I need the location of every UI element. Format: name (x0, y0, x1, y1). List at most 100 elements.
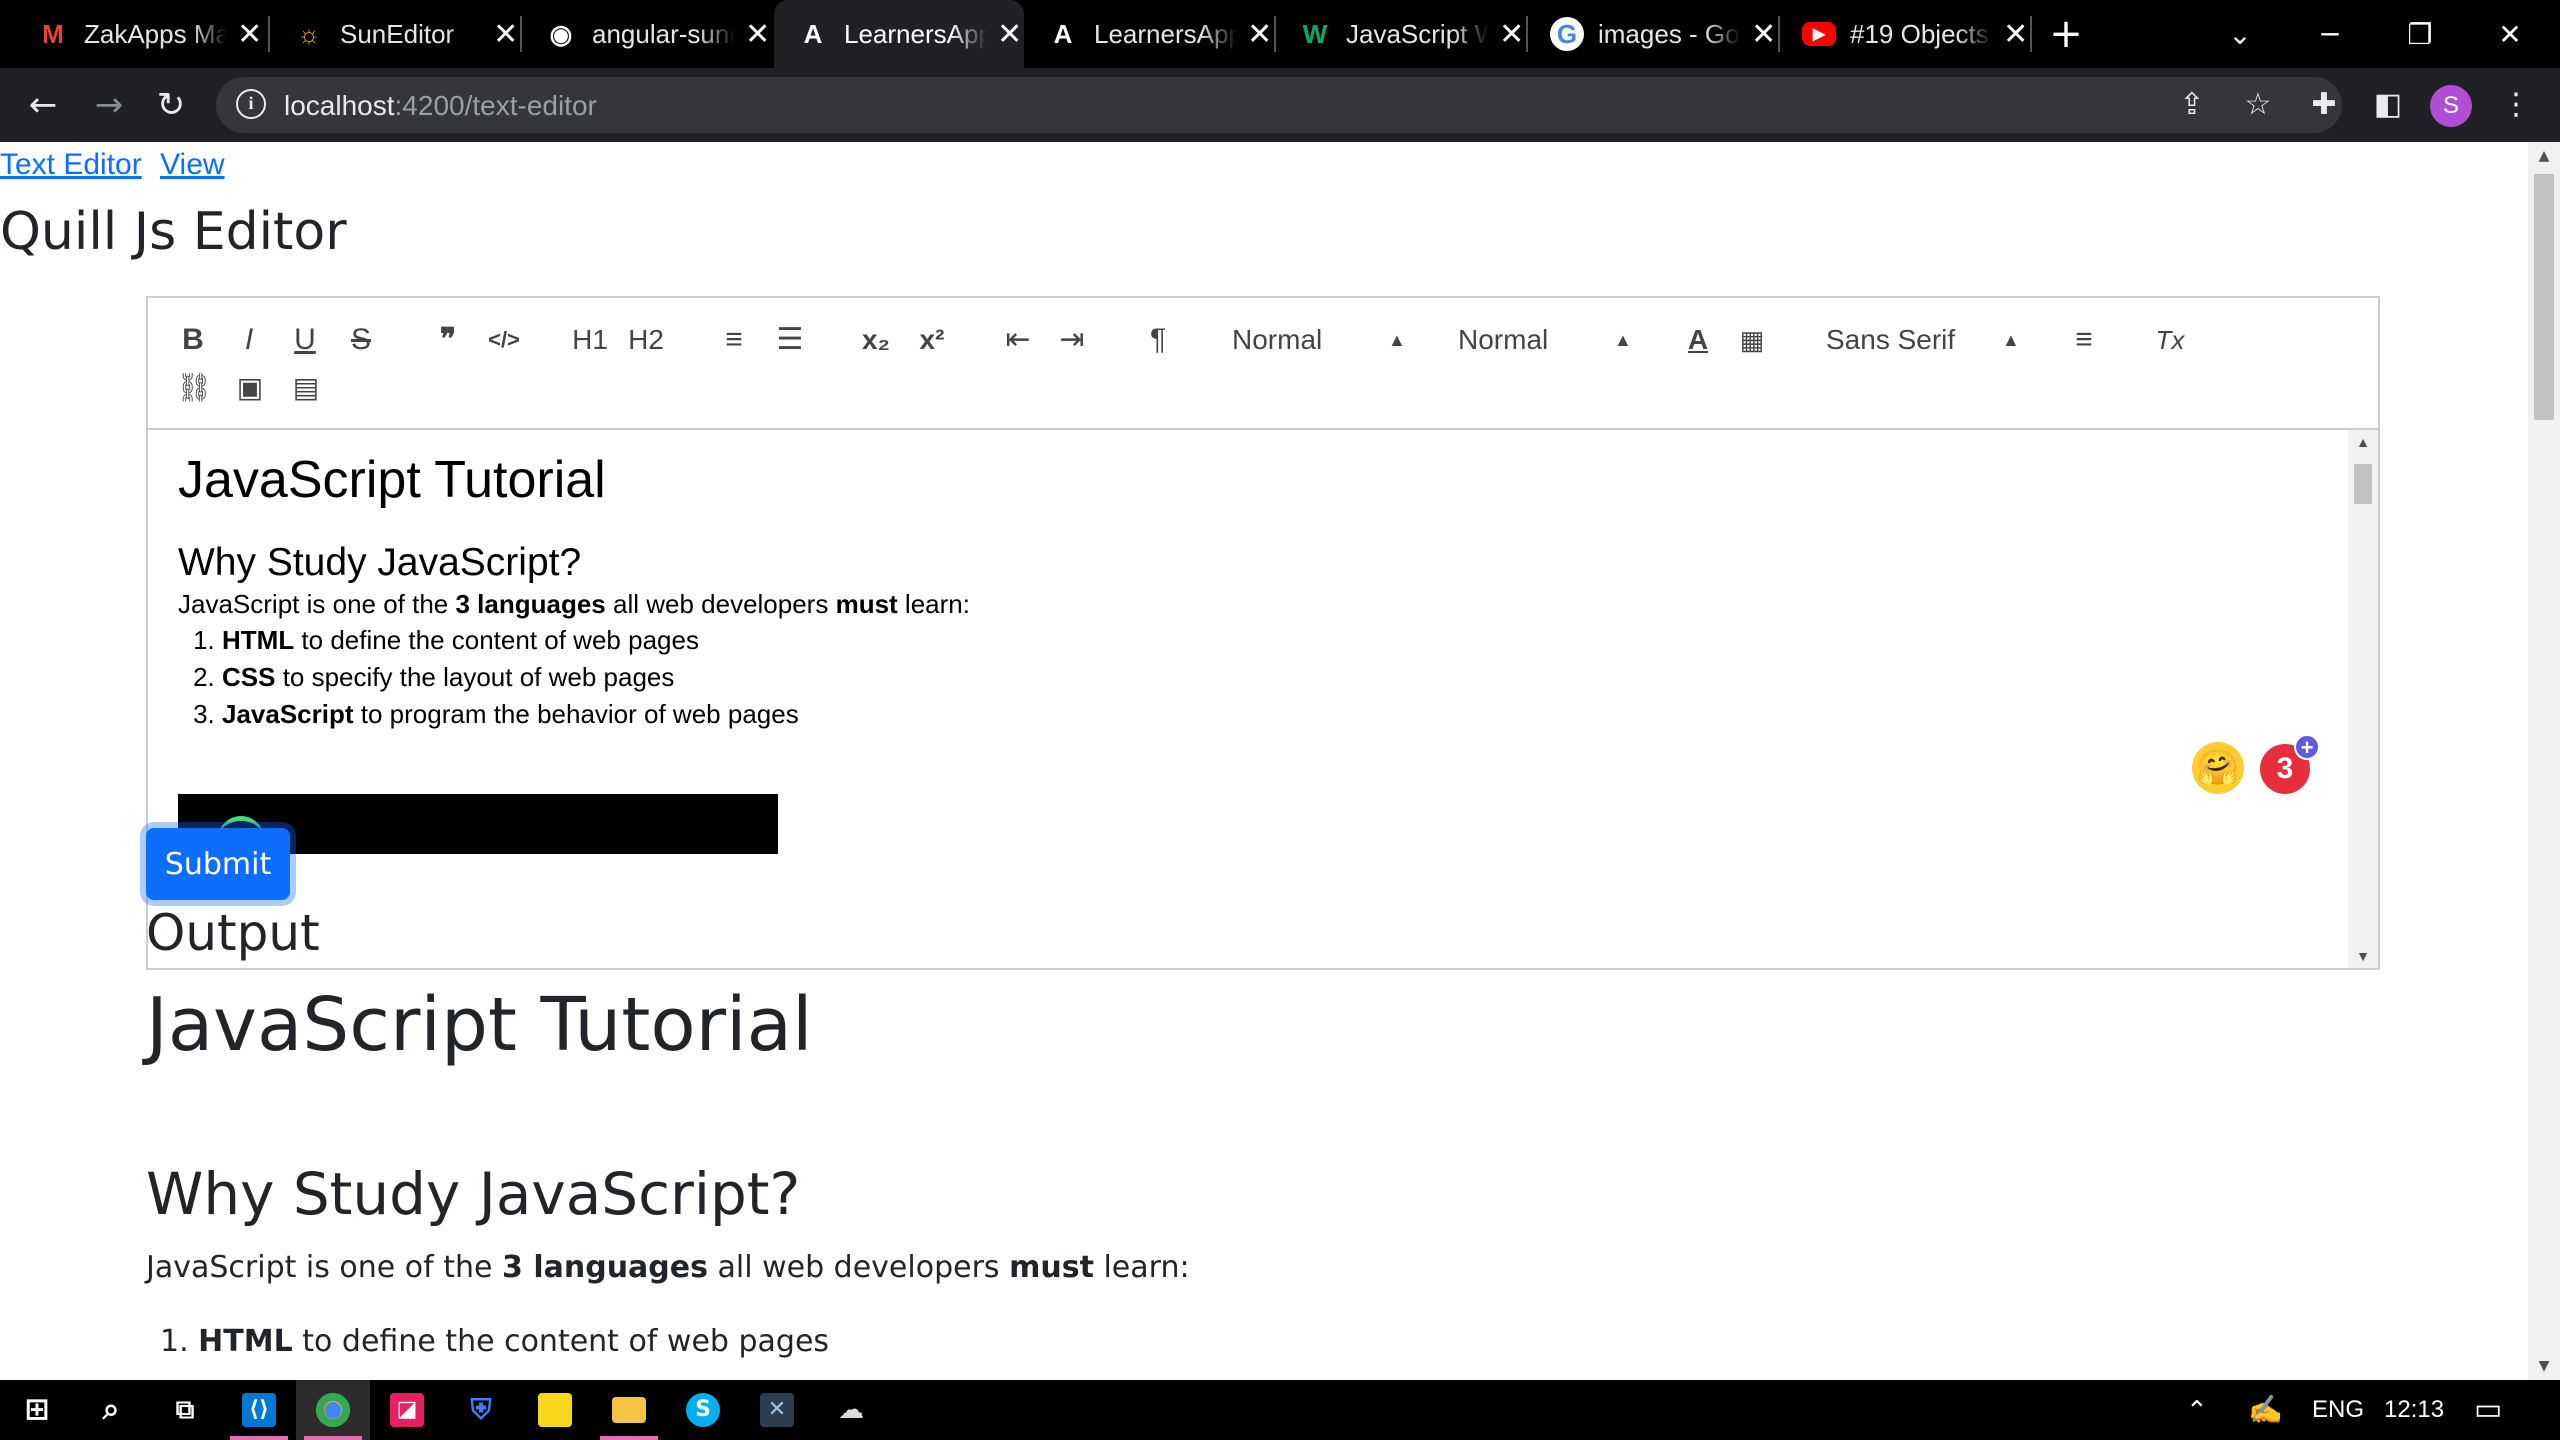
tab-title: ZakApps Mail (84, 18, 228, 49)
clean-format-button[interactable]: Tx (2148, 320, 2192, 360)
reload-icon[interactable]: ↻ (146, 80, 196, 130)
editor-h1: JavaScript Tutorial (178, 451, 606, 509)
tab-w3schools[interactable]: W JavaScript W3 ✕ (1276, 0, 1526, 68)
header-picker-label: Normal (1232, 324, 1323, 355)
page-scrollbar[interactable]: ▲ ▼ (2528, 142, 2560, 1380)
side-panel-icon[interactable]: ◧ (2368, 85, 2408, 125)
video-icon[interactable]: ▤ (288, 368, 324, 408)
code-block-button[interactable]: </> (482, 320, 526, 360)
tab-learnersapp-active[interactable]: A LearnersApp ✕ (774, 0, 1024, 68)
close-icon[interactable]: ✕ (235, 17, 264, 52)
link-icon[interactable]: ⛓ (176, 368, 212, 408)
editor-content-area[interactable]: JavaScript Tutorial Why Study JavaScript… (148, 430, 2378, 968)
close-icon[interactable]: ✕ (743, 17, 772, 52)
new-tab-button[interactable]: + (2046, 12, 2086, 56)
security-shield-icon[interactable]: ⛨ (444, 1380, 518, 1440)
tab-youtube[interactable]: ▶ #19 Objects ✕ (1780, 0, 2030, 68)
hugging-emoji-icon[interactable]: 🤗 (2192, 742, 2244, 794)
tab-title: SunEditor (340, 18, 455, 49)
tab-gmail[interactable]: M ZakApps Mail ✕ (14, 0, 264, 68)
url-text[interactable]: localhost:4200/text-editor (284, 90, 597, 122)
task-view-icon[interactable]: ⧉ (148, 1380, 222, 1440)
tab-title: #19 Objects (1850, 18, 1989, 49)
extensions-puzzle-icon[interactable]: ✚ (2304, 85, 2344, 125)
clock[interactable]: 12:13 (2384, 1380, 2444, 1440)
close-icon[interactable]: ✕ (1245, 17, 1274, 52)
plus-icon: + (2294, 734, 2320, 760)
close-icon[interactable]: ✕ (995, 17, 1024, 52)
editor-text[interactable]: JavaScript Tutorial Why Study JavaScript… (178, 450, 2338, 733)
tray-chevron-icon[interactable]: ⌃ (2186, 1380, 2208, 1440)
header-picker[interactable]: Normal ▲ (1232, 320, 1412, 360)
text-color-button[interactable]: A (1678, 320, 1718, 360)
app-pink-icon[interactable]: ◪ (370, 1380, 444, 1440)
nav-link-text-editor[interactable]: Text Editor (0, 148, 142, 181)
restore-icon[interactable]: ❐ (2380, 0, 2460, 68)
profile-avatar[interactable]: S (2430, 85, 2472, 127)
quill-toolbar: B I U S ❞ </> H1 H2 ≡ ☰ x₂ x² ⇤ ⇥ ¶ Norm… (148, 298, 2378, 430)
sun-icon: ☼ (297, 18, 321, 49)
youtube-icon: ▶ (1802, 22, 1836, 46)
close-icon[interactable]: ✕ (1497, 17, 1526, 52)
share-icon[interactable]: ⇪ (2174, 87, 2210, 123)
header2-button[interactable]: H2 (624, 320, 668, 360)
close-window-icon[interactable]: ✕ (2470, 0, 2550, 68)
subscript-button[interactable]: x₂ (854, 320, 898, 360)
close-icon[interactable]: ✕ (1749, 17, 1778, 52)
background-color-icon[interactable]: ▦ (1732, 320, 1772, 360)
tab-github[interactable]: ◉ angular-suneditor ✕ (522, 0, 772, 68)
notification-center-icon[interactable]: ▭ (2474, 1380, 2502, 1440)
font-picker[interactable]: Sans Serif ▲ (1826, 320, 2026, 360)
list-item: CSS to specify the layout of web pages (222, 659, 2338, 696)
list-item: JavaScript to program the behavior of we… (222, 696, 2338, 733)
image-icon[interactable]: ▣ (232, 368, 268, 408)
vscode-icon[interactable]: ⟨⟩ (222, 1380, 296, 1440)
back-icon[interactable]: ← (18, 80, 68, 130)
windows-start-icon[interactable]: ⊞ (0, 1380, 74, 1440)
site-info-icon[interactable]: i (236, 89, 266, 119)
indent-button[interactable]: ⇥ (1052, 320, 1092, 360)
close-icon[interactable]: ✕ (2001, 17, 2030, 52)
italic-button[interactable]: I (232, 320, 266, 360)
underline-button[interactable]: U (288, 320, 322, 360)
bookmark-star-icon[interactable]: ☆ (2240, 87, 2276, 123)
submit-button[interactable]: Submit (146, 828, 290, 900)
app-network-icon[interactable]: ✕ (740, 1380, 814, 1440)
strike-button[interactable]: S (344, 320, 378, 360)
chrome-icon[interactable]: ● (296, 1380, 370, 1440)
output-h2: Why Study JavaScript? (146, 1160, 801, 1228)
picker-arrow-icon: ▲ (1388, 330, 1406, 350)
language-indicator[interactable]: ENG (2312, 1380, 2364, 1440)
skype-icon[interactable]: S (666, 1380, 740, 1440)
tab-learnersapp[interactable]: A LearnersApp ✕ (1024, 0, 1274, 68)
app-bird-icon[interactable]: ☁ (814, 1380, 888, 1440)
github-icon: ◉ (549, 18, 573, 49)
close-icon[interactable]: ✕ (491, 17, 520, 52)
file-explorer-icon[interactable] (592, 1380, 666, 1440)
nav-link-view[interactable]: View (160, 148, 224, 181)
sticky-notes-icon[interactable] (518, 1380, 592, 1440)
minimize-icon[interactable]: ─ (2290, 0, 2370, 68)
url-path: :4200/text-editor (394, 90, 597, 121)
editor-scrollbar[interactable]: ▲ ▼ (2348, 430, 2378, 968)
header1-button[interactable]: H1 (568, 320, 612, 360)
search-icon[interactable]: ⌕ (74, 1380, 148, 1440)
menu-kebab-icon[interactable]: ⋮ (2496, 85, 2536, 125)
blockquote-button[interactable]: ❞ (428, 320, 468, 360)
bullet-list-button[interactable]: ☰ (770, 320, 810, 360)
pen-icon[interactable]: ✍ (2248, 1380, 2283, 1440)
forward-icon[interactable]: → (84, 80, 134, 130)
ordered-list-button[interactable]: ≡ (714, 320, 754, 360)
text-direction-button[interactable]: ¶ (1138, 320, 1178, 360)
size-picker[interactable]: Normal ▲ (1458, 320, 1638, 360)
tab-google-images[interactable]: G images - Google ✕ (1528, 0, 1778, 68)
windows-taskbar: ⊞ ⌕ ⧉ ⟨⟩ ● ◪ ⛨ S ✕ ☁ ⌃ ✍ ENG 12:13 ▭ (0, 1380, 2560, 1440)
tab-search-chevron-icon[interactable]: ⌄ (2200, 0, 2280, 68)
superscript-button[interactable]: x² (910, 320, 954, 360)
address-bar[interactable]: i localhost:4200/text-editor ⇪ ☆ (216, 77, 2342, 133)
outdent-button[interactable]: ⇤ (998, 320, 1038, 360)
bold-button[interactable]: B (176, 320, 210, 360)
align-icon[interactable]: ≡ (2064, 320, 2104, 360)
tab-suneditor[interactable]: ☼ SunEditor ✕ (270, 0, 520, 68)
notification-badge[interactable]: 3 + (2260, 734, 2320, 794)
